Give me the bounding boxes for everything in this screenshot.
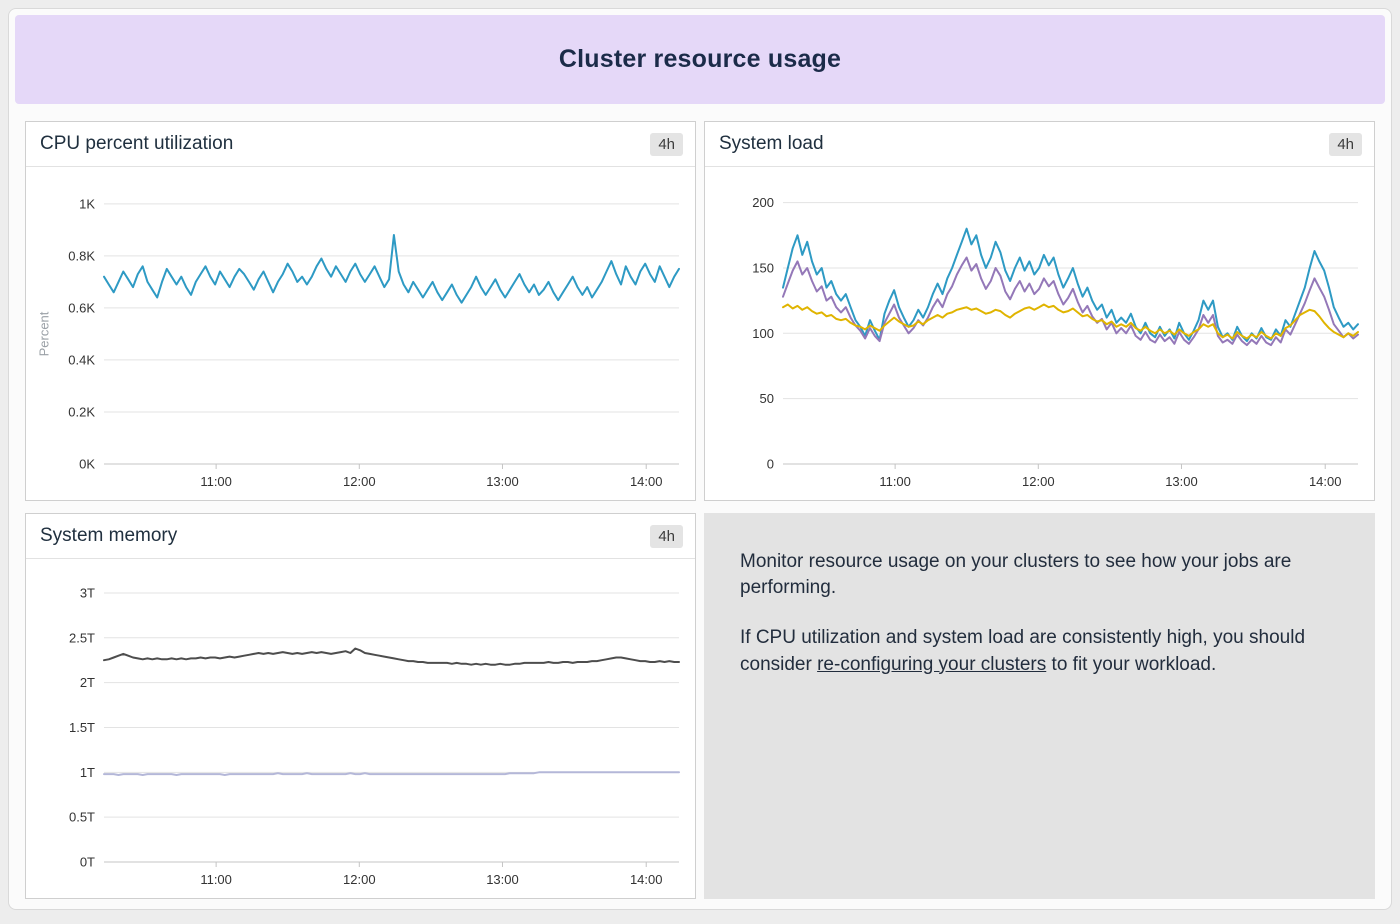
svg-text:13:00: 13:00	[1165, 474, 1198, 489]
svg-text:14:00: 14:00	[630, 474, 663, 489]
svg-text:50: 50	[760, 391, 774, 406]
dashboard: Cluster resource usage CPU percent utili…	[8, 8, 1392, 910]
svg-text:11:00: 11:00	[200, 474, 232, 489]
svg-text:11:00: 11:00	[200, 872, 232, 887]
panel-memory-header: System memory 4h	[26, 514, 695, 559]
panel-grid: CPU percent utilization 4h Percent 0K0.2…	[25, 121, 1375, 899]
svg-text:150: 150	[752, 260, 774, 275]
reconfigure-clusters-link[interactable]: re-configuring your clusters	[817, 654, 1046, 675]
svg-text:14:00: 14:00	[1309, 474, 1342, 489]
info-paragraph-1: Monitor resource usage on your clusters …	[740, 549, 1335, 601]
system-load-chart[interactable]: 0 50 100 150 200 11:00 12:00 13:00 14:00	[705, 167, 1374, 500]
page-title: Cluster resource usage	[559, 45, 841, 74]
svg-text:1K: 1K	[79, 196, 95, 211]
dashboard-header: Cluster resource usage	[15, 15, 1385, 104]
panel-cpu-header: CPU percent utilization 4h	[26, 122, 695, 167]
panel-info: Monitor resource usage on your clusters …	[704, 513, 1375, 899]
svg-text:0: 0	[767, 457, 774, 472]
panel-cpu: CPU percent utilization 4h Percent 0K0.2…	[25, 121, 696, 501]
svg-text:3T: 3T	[80, 585, 95, 600]
svg-text:0.2K: 0.2K	[68, 404, 95, 419]
panel-cpu-title: CPU percent utilization	[40, 133, 233, 155]
cpu-time-range-badge[interactable]: 4h	[650, 133, 683, 156]
memory-chart-area: 0T 0.5T 1T 1.5T 2T 2.5T 3T 11:00 12:00 13:00 14:00	[26, 559, 695, 898]
panel-memory: System memory 4h 0T 0.5T 1T 1.5T 2T 2.5T 3T 11:…	[25, 513, 696, 899]
svg-text:200: 200	[752, 195, 774, 210]
svg-text:0K: 0K	[79, 457, 95, 472]
cpu-utilization-chart[interactable]: 0K 0.2K 0.4K 0.6K 0.8K 1K 11:00 12:00 13:00 14:00	[26, 167, 695, 500]
panel-load-header: System load 4h	[705, 122, 1374, 167]
svg-text:100: 100	[752, 326, 774, 341]
panel-load: System load 4h 0 50 100 150 200 11:00 12:00 13:…	[704, 121, 1375, 501]
panel-memory-title: System memory	[40, 525, 177, 547]
svg-text:12:00: 12:00	[343, 474, 376, 489]
info-text-1: Monitor resource usage on your clusters …	[740, 551, 1291, 598]
svg-text:11:00: 11:00	[879, 474, 911, 489]
load-chart-area: 0 50 100 150 200 11:00 12:00 13:00 14:00	[705, 167, 1374, 500]
load-time-range-badge[interactable]: 4h	[1329, 133, 1362, 156]
svg-text:12:00: 12:00	[343, 872, 376, 887]
svg-text:0.4K: 0.4K	[68, 352, 95, 367]
svg-text:14:00: 14:00	[630, 872, 663, 887]
panel-load-title: System load	[719, 133, 824, 155]
svg-text:0.5T: 0.5T	[69, 810, 95, 825]
svg-text:0.8K: 0.8K	[68, 248, 95, 263]
system-memory-chart[interactable]: 0T 0.5T 1T 1.5T 2T 2.5T 3T 11:00 12:00 13:00 14:00	[26, 559, 695, 898]
svg-text:2.5T: 2.5T	[69, 630, 95, 645]
memory-time-range-badge[interactable]: 4h	[650, 525, 683, 548]
info-text-3: to fit your workload.	[1046, 654, 1216, 675]
svg-text:1.5T: 1.5T	[69, 720, 95, 735]
svg-text:2T: 2T	[80, 675, 95, 690]
svg-text:0T: 0T	[80, 855, 95, 870]
svg-text:13:00: 13:00	[486, 474, 519, 489]
svg-text:13:00: 13:00	[486, 872, 519, 887]
svg-text:12:00: 12:00	[1022, 474, 1055, 489]
svg-text:1T: 1T	[80, 765, 95, 780]
svg-text:0.6K: 0.6K	[68, 300, 95, 315]
info-paragraph-2: If CPU utilization and system load are c…	[740, 625, 1335, 677]
cpu-chart-area: Percent 0K0.2K0.4K0.6K0.8K1K11:0012:0013…	[26, 167, 695, 500]
